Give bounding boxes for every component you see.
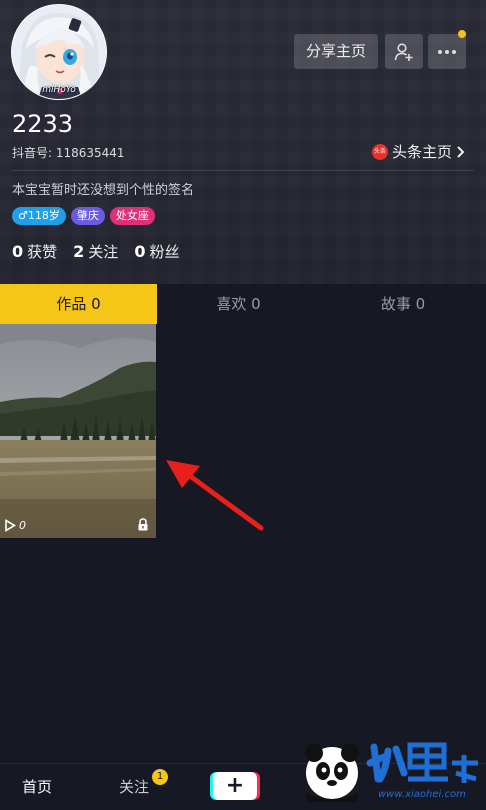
more-icon <box>438 49 456 54</box>
more-button[interactable] <box>428 34 466 69</box>
watermark-site: www.xiaohei.com <box>378 789 466 800</box>
profile-header: miHoYo 分享主页 2233 抖音号: 118635441 头条 头条主页 … <box>0 0 486 284</box>
following-label: 关注 <box>88 243 119 261</box>
toutiao-homepage-link[interactable]: 头条 头条主页 <box>372 141 465 162</box>
zodiac-tag: 处女座 <box>109 207 155 225</box>
video-thumbnail[interactable]: 0 <box>0 324 156 538</box>
signature: 本宝宝暂时还没想到个性的签名 <box>12 183 195 198</box>
add-video-button[interactable]: + <box>213 772 257 800</box>
content-tabs: 作品 0 喜欢 0 故事 0 <box>0 284 486 324</box>
fans-stat[interactable]: 0 粉丝 <box>134 241 179 262</box>
add-friend-button[interactable] <box>385 34 423 69</box>
tab-likes[interactable]: 喜欢 0 <box>157 284 320 324</box>
likes-count: 0 <box>12 242 24 261</box>
tab-works[interactable]: 作品 0 <box>0 284 157 324</box>
profile-stats: 0 获赞 2 关注 0 粉丝 <box>12 241 179 262</box>
likes-label: 获赞 <box>27 243 58 261</box>
avatar[interactable]: miHoYo <box>11 4 107 100</box>
red-arrow-annotation <box>166 460 264 531</box>
xiaohei-watermark: www.xiaohei.com <box>305 742 478 802</box>
fans-label: 粉丝 <box>149 243 180 261</box>
chevron-right-icon <box>457 145 465 158</box>
avatar-watermark: miHoYo <box>42 85 76 95</box>
add-user-icon <box>394 42 413 61</box>
play-icon <box>5 519 16 532</box>
city-tag: 肇庆 <box>70 207 105 225</box>
play-count: 0 <box>4 519 26 532</box>
notification-dot <box>458 30 466 38</box>
tab-stories[interactable]: 故事 0 <box>320 284 486 324</box>
fans-count: 0 <box>134 242 146 261</box>
landscape-thumbnail-image <box>0 324 156 538</box>
nav-follow[interactable]: 关注 <box>119 764 149 810</box>
divider <box>12 170 474 171</box>
play-count-value: 0 <box>19 519 26 532</box>
following-count: 2 <box>73 242 85 261</box>
lock-icon <box>138 518 148 531</box>
profile-tags: ♂118岁 肇庆 处女座 <box>12 207 155 225</box>
likes-stat[interactable]: 0 获赞 <box>12 241 57 262</box>
gender-age-tag: ♂118岁 <box>12 207 66 225</box>
follow-badge: 1 <box>152 769 168 785</box>
toutiao-label: 头条主页 <box>392 143 453 161</box>
following-stat[interactable]: 2 关注 <box>73 241 118 262</box>
share-profile-button[interactable]: 分享主页 <box>294 34 378 69</box>
nav-home[interactable]: 首页 <box>22 764 52 810</box>
toutiao-logo-icon: 头条 <box>372 143 388 160</box>
douyin-id: 抖音号: 118635441 <box>12 146 125 160</box>
username: 2233 <box>12 110 74 138</box>
